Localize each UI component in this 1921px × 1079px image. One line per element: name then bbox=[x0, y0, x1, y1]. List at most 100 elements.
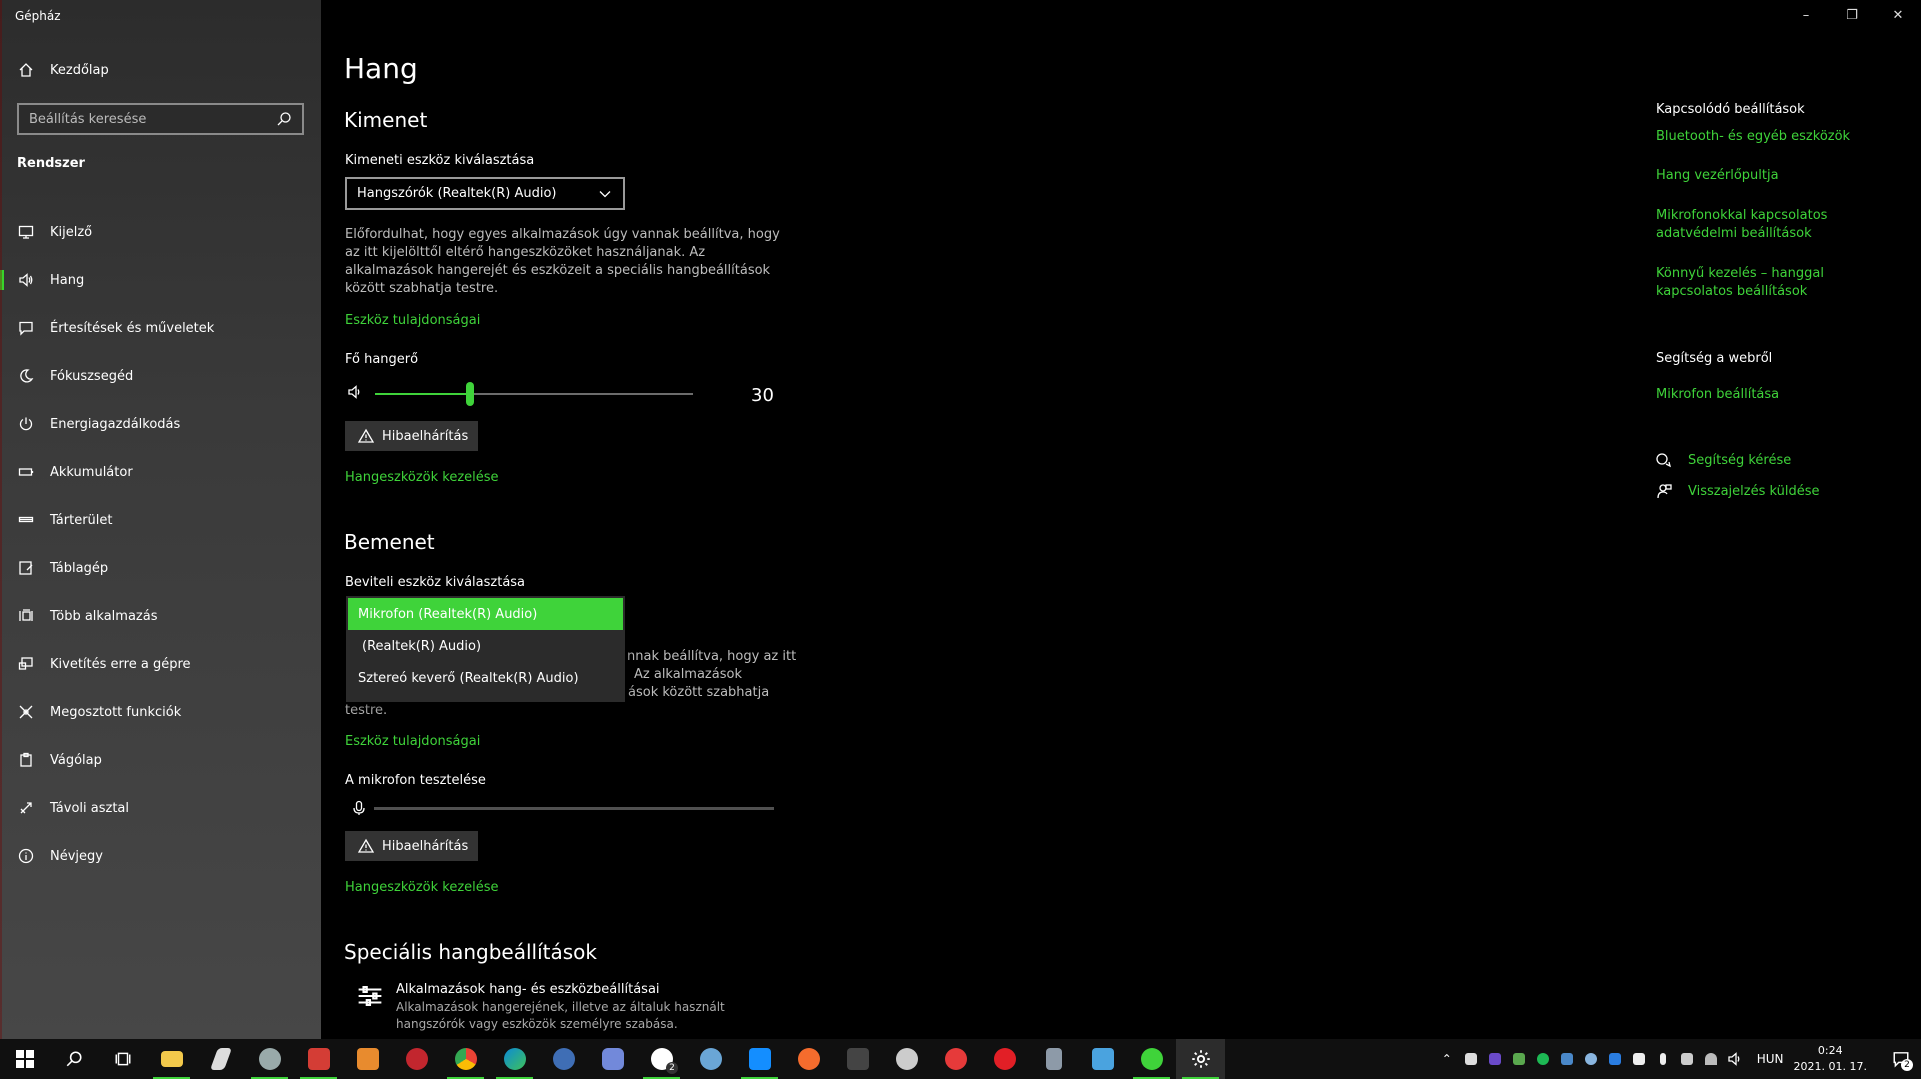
advanced-heading: Speciális hangbeállítások bbox=[344, 940, 597, 964]
taskbar-app[interactable] bbox=[392, 1039, 441, 1079]
taskbar-ea[interactable] bbox=[931, 1039, 980, 1079]
sidebar-item-remote-desktop[interactable]: Távoli asztal bbox=[0, 784, 321, 832]
taskbar-app[interactable] bbox=[882, 1039, 931, 1079]
speaker-icon[interactable] bbox=[347, 384, 363, 400]
app-icon bbox=[1091, 1048, 1114, 1070]
sidebar-item-label: Távoli asztal bbox=[50, 800, 129, 816]
taskbar-chrome[interactable] bbox=[441, 1039, 490, 1079]
tray-icon[interactable] bbox=[1627, 1039, 1651, 1079]
link-mic-setup[interactable]: Mikrofon beállítása bbox=[1656, 386, 1896, 404]
tray-icon[interactable] bbox=[1531, 1039, 1555, 1079]
taskbar-app[interactable] bbox=[735, 1039, 784, 1079]
search-icon[interactable] bbox=[276, 111, 292, 127]
input-device-dropdown[interactable]: Mikrofon (Realtek(R) Audio) (Realtek(R) … bbox=[346, 596, 625, 702]
taskbar-search-button[interactable] bbox=[49, 1039, 98, 1079]
taskbar-discord[interactable] bbox=[588, 1039, 637, 1079]
sidebar-home[interactable]: Kezdőlap bbox=[18, 62, 109, 78]
input-troubleshoot-button[interactable]: Hibaelhárítás bbox=[345, 831, 478, 861]
input-description-fragment: Az alkalmazások bbox=[634, 667, 742, 682]
link-ease-of-access[interactable]: Könnyű kezelés – hanggal kapcsolatos beá… bbox=[1656, 265, 1896, 301]
taskbar-steam[interactable] bbox=[686, 1039, 735, 1079]
microphone-icon bbox=[1659, 1053, 1666, 1065]
taskbar-file-explorer[interactable] bbox=[147, 1039, 196, 1079]
output-device-properties-link[interactable]: Eszköz tulajdonságai bbox=[345, 313, 480, 328]
sidebar-item-sound[interactable]: Hang bbox=[0, 256, 321, 304]
sidebar-item-battery[interactable]: Akkumulátor bbox=[0, 448, 321, 496]
monitor-icon bbox=[18, 224, 34, 240]
language-indicator[interactable]: HUN bbox=[1757, 1052, 1784, 1066]
taskbar-app[interactable] bbox=[1078, 1039, 1127, 1079]
output-troubleshoot-button[interactable]: Hibaelhárítás bbox=[345, 421, 478, 451]
sidebar-item-tablet[interactable]: Táblagép bbox=[0, 544, 321, 592]
restore-button[interactable]: ❐ bbox=[1829, 0, 1875, 30]
taskbar-app[interactable] bbox=[980, 1039, 1029, 1079]
taskbar-app[interactable] bbox=[539, 1039, 588, 1079]
input-device-properties-link[interactable]: Eszköz tulajdonságai bbox=[345, 734, 480, 749]
sidebar-item-label: Több alkalmazás bbox=[50, 608, 158, 624]
action-center-button[interactable]: 2 bbox=[1881, 1039, 1921, 1079]
tray-microphone[interactable] bbox=[1651, 1039, 1675, 1079]
minimize-button[interactable]: – bbox=[1783, 0, 1829, 30]
close-button[interactable]: ✕ bbox=[1875, 0, 1921, 30]
taskbar-app[interactable] bbox=[343, 1039, 392, 1079]
mic-test-label: A mikrofon tesztelése bbox=[345, 773, 486, 788]
taskbar-xbox[interactable]: 2 bbox=[637, 1039, 686, 1079]
tray-bluetooth[interactable] bbox=[1603, 1039, 1627, 1079]
dropdown-option-selected[interactable]: Mikrofon (Realtek(R) Audio) bbox=[348, 598, 623, 630]
link-sound-control-panel[interactable]: Hang vezérlőpultja bbox=[1656, 167, 1896, 185]
app-volume-settings[interactable]: Alkalmazások hang- és eszközbeállításai … bbox=[356, 982, 786, 1033]
output-device-select[interactable]: Hangszórók (Realtek(R) Audio) bbox=[345, 177, 625, 210]
windows-icon bbox=[15, 1050, 34, 1068]
taskbar-edge[interactable] bbox=[490, 1039, 539, 1079]
sidebar-item-label: Akkumulátor bbox=[50, 464, 133, 480]
taskbar-app[interactable] bbox=[294, 1039, 343, 1079]
sidebar-item-clipboard[interactable]: Vágólap bbox=[0, 736, 321, 784]
start-button[interactable] bbox=[0, 1039, 49, 1079]
troubleshoot-label: Hibaelhárítás bbox=[382, 838, 469, 854]
sidebar-item-notifications[interactable]: Értesítések és műveletek bbox=[0, 304, 321, 352]
input-manage-devices-link[interactable]: Hangeszközök kezelése bbox=[345, 880, 499, 895]
taskbar-app[interactable] bbox=[196, 1039, 245, 1079]
ea-icon bbox=[944, 1048, 967, 1070]
taskbar-origin[interactable] bbox=[784, 1039, 833, 1079]
output-manage-devices-link[interactable]: Hangeszközök kezelése bbox=[345, 470, 499, 485]
taskbar-app[interactable] bbox=[245, 1039, 294, 1079]
tray-icon[interactable] bbox=[1507, 1039, 1531, 1079]
search-box[interactable] bbox=[17, 103, 304, 135]
sidebar: Gépház Kezdőlap Rendszer Kijelző Hang Ér… bbox=[0, 0, 321, 1039]
tray-volume[interactable] bbox=[1723, 1039, 1747, 1079]
sidebar-item-projecting[interactable]: Kivetítés erre a gépre bbox=[0, 640, 321, 688]
tray-icon[interactable] bbox=[1459, 1039, 1483, 1079]
get-help-link[interactable]: Segítség kérése bbox=[1656, 452, 1791, 468]
task-view-button[interactable] bbox=[98, 1039, 147, 1079]
sidebar-item-about[interactable]: Névjegy bbox=[0, 832, 321, 880]
sidebar-item-multitasking[interactable]: Több alkalmazás bbox=[0, 592, 321, 640]
taskbar-settings[interactable] bbox=[1176, 1039, 1225, 1079]
sidebar-item-storage[interactable]: Tárterület bbox=[0, 496, 321, 544]
tray-icon[interactable] bbox=[1555, 1039, 1579, 1079]
search-input[interactable] bbox=[29, 111, 269, 127]
origin-icon bbox=[797, 1048, 820, 1070]
sidebar-item-focus[interactable]: Fókuszsegéd bbox=[0, 352, 321, 400]
volume-thumb[interactable] bbox=[466, 382, 475, 406]
clock[interactable]: 0:24 2021. 01. 17. bbox=[1794, 1043, 1867, 1075]
dropdown-option[interactable]: Sztereó keverő (Realtek(R) Audio) bbox=[346, 662, 625, 694]
tray-icon[interactable] bbox=[1579, 1039, 1603, 1079]
sidebar-item-shared[interactable]: Megosztott funkciók bbox=[0, 688, 321, 736]
master-volume-slider[interactable] bbox=[344, 381, 804, 407]
tray-network[interactable] bbox=[1699, 1039, 1723, 1079]
taskbar-epic[interactable] bbox=[833, 1039, 882, 1079]
tray-overflow-button[interactable]: ⌃ bbox=[1435, 1039, 1459, 1079]
taskbar-app[interactable] bbox=[1127, 1039, 1176, 1079]
link-mic-privacy[interactable]: Mikrofonokkal kapcsolatos adatvédelmi be… bbox=[1656, 207, 1896, 243]
sidebar-item-power[interactable]: Energiagazdálkodás bbox=[0, 400, 321, 448]
tray-power[interactable] bbox=[1675, 1039, 1699, 1079]
wifi-icon bbox=[1704, 1053, 1717, 1065]
taskbar-calculator[interactable] bbox=[1029, 1039, 1078, 1079]
app-icon bbox=[405, 1048, 428, 1070]
sidebar-item-display[interactable]: Kijelző bbox=[0, 208, 321, 256]
feedback-link[interactable]: Visszajelzés küldése bbox=[1656, 483, 1820, 499]
link-bluetooth-devices[interactable]: Bluetooth- és egyéb eszközök bbox=[1656, 128, 1896, 146]
dropdown-option[interactable]: (Realtek(R) Audio) bbox=[346, 630, 625, 662]
tray-icon[interactable] bbox=[1483, 1039, 1507, 1079]
